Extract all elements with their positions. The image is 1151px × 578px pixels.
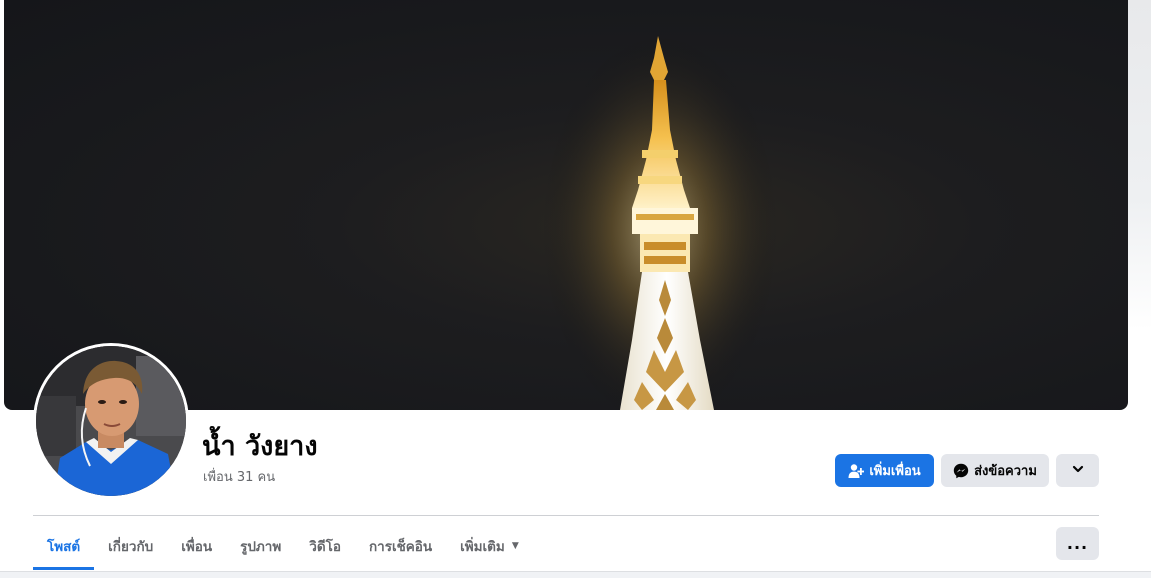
tab-label: การเช็คอิน xyxy=(368,539,433,555)
add-friend-icon xyxy=(848,463,865,479)
tab-label: วิดีโอ xyxy=(309,539,341,555)
more-actions-button[interactable] xyxy=(1056,454,1099,487)
tab-label: โพสต์ xyxy=(47,538,81,555)
avatar-photo xyxy=(36,346,186,496)
friends-count[interactable]: เพื่อน 31 คน xyxy=(203,468,275,488)
messenger-icon xyxy=(953,463,969,479)
page-edge-shade xyxy=(1127,0,1151,330)
ellipsis-icon: ... xyxy=(1066,534,1089,553)
message-button[interactable]: ส่งข้อความ xyxy=(941,454,1049,487)
cover-photo-image xyxy=(540,30,780,410)
profile-avatar[interactable] xyxy=(33,343,189,499)
cover-photo[interactable] xyxy=(4,0,1128,410)
tab-label: เกี่ยวกับ xyxy=(108,539,154,555)
tab-more-options-button[interactable]: ... xyxy=(1056,527,1099,560)
tab-friends[interactable]: เพื่อน xyxy=(167,524,226,568)
profile-page: น้ำ วังยาง เพื่อน 31 คน เพิ่มเพื่อน ส่งข… xyxy=(0,0,1151,578)
page-bottom-strip xyxy=(0,571,1151,578)
tab-videos[interactable]: วิดีโอ xyxy=(295,524,355,568)
profile-tabs: โพสต์ เกี่ยวกับ เพื่อน รูปภาพ วิดีโอ การ… xyxy=(33,524,533,570)
tab-label: เพิ่มเติม xyxy=(460,539,505,555)
caret-down-icon: ▼ xyxy=(511,541,519,551)
tab-label: รูปภาพ xyxy=(240,539,282,555)
header-divider xyxy=(33,515,1099,516)
add-friend-button[interactable]: เพิ่มเพื่อน xyxy=(835,454,934,487)
profile-name: น้ำ วังยาง xyxy=(202,431,318,462)
tab-posts[interactable]: โพสต์ xyxy=(33,524,95,570)
chevron-down-icon xyxy=(1072,463,1084,479)
tab-checkins[interactable]: การเช็คอิน xyxy=(355,524,446,568)
tab-label: เพื่อน xyxy=(181,539,213,555)
message-label: ส่งข้อความ xyxy=(974,464,1037,479)
add-friend-label: เพิ่มเพื่อน xyxy=(869,464,921,479)
tab-about[interactable]: เกี่ยวกับ xyxy=(94,524,167,568)
tab-photos[interactable]: รูปภาพ xyxy=(226,524,295,568)
tab-more[interactable]: เพิ่มเติม ▼ xyxy=(446,524,533,568)
